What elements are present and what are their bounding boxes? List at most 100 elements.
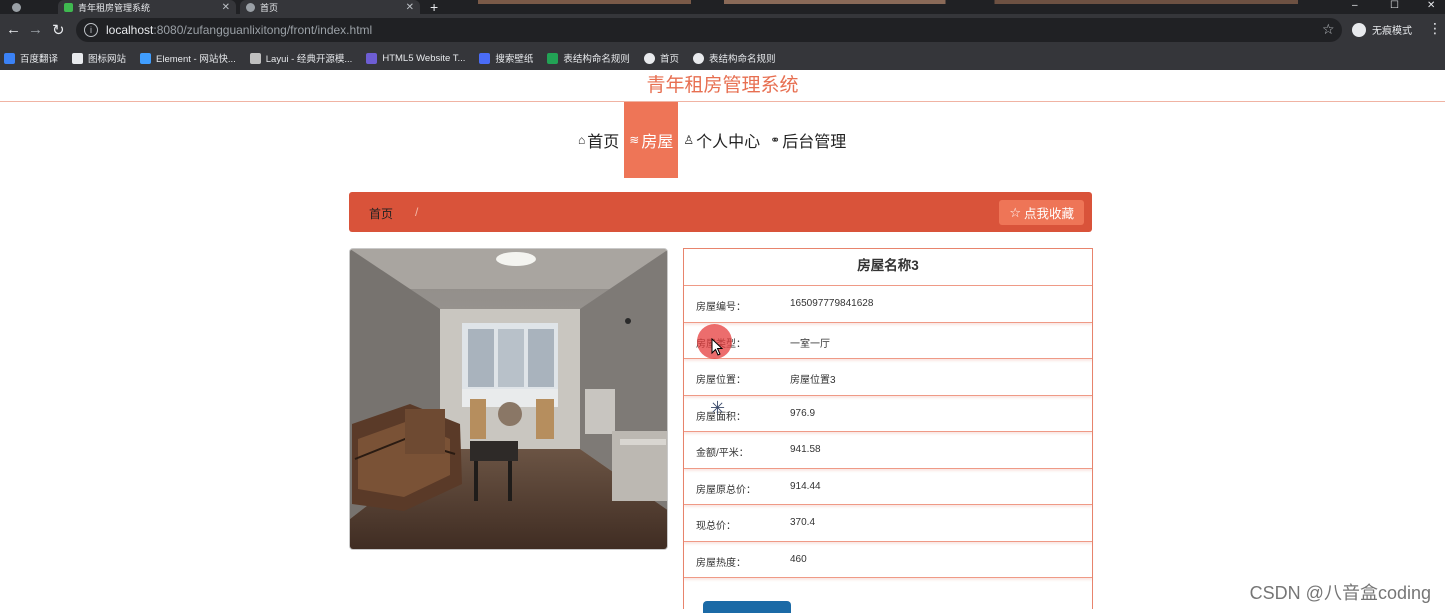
site-info-icon[interactable]: i xyxy=(84,23,98,37)
url-path: :8080/zufangguanlixitong/front/index.htm… xyxy=(153,23,373,37)
breadcrumb: 首页 / ☆ 点我收藏 xyxy=(349,192,1092,232)
more-menu-icon[interactable]: ⋮ xyxy=(1428,20,1442,37)
new-tab-icon[interactable]: + xyxy=(430,0,438,14)
bookmark-item[interactable]: 搜索壁纸 xyxy=(479,51,533,65)
favorite-label: 点我收藏 xyxy=(1023,207,1074,221)
tab-title: 青年租房管理系统 xyxy=(78,2,151,13)
bookmark-item[interactable]: 图标网站 xyxy=(72,51,126,65)
bookmark-item[interactable]: 表结构命名规则 xyxy=(547,51,630,65)
globe-icon xyxy=(643,52,655,64)
field-value: 941.58 xyxy=(790,444,821,455)
house-photo xyxy=(349,248,668,550)
field-label: 房屋热度： xyxy=(696,557,746,569)
field-value: 房屋位置3 xyxy=(790,375,836,386)
house-detail-panel: 房屋名称3 房屋编号： 165097779841628 房屋类型：一室一厅 房屋位… xyxy=(683,248,1093,613)
field-label: 房屋编号： xyxy=(696,302,746,313)
incognito-label: 无痕模式 xyxy=(1372,26,1412,37)
layui-icon xyxy=(249,52,261,64)
nav-label: 个人中心 xyxy=(696,134,761,151)
maximize-icon[interactable]: ☐ xyxy=(1390,0,1399,11)
bookmark-label: 搜索壁纸 xyxy=(495,54,534,65)
bookmark-item[interactable]: HTML5 Website T... xyxy=(366,52,466,64)
bookmark-label: Element - 网站快... xyxy=(156,54,236,65)
detail-row: 房屋编号： 165097779841628 xyxy=(684,286,1092,323)
house-name: 房屋名称3 xyxy=(684,249,1092,286)
link-icon: ⚭ xyxy=(770,133,781,147)
back-icon[interactable]: ← xyxy=(6,21,21,38)
incognito-indicator[interactable]: 无痕模式 xyxy=(1352,22,1412,37)
flag-icon xyxy=(72,52,84,64)
room-illustration xyxy=(350,249,667,549)
bookmark-label: 表结构命名规则 xyxy=(563,54,630,65)
bookmark-label: 首页 xyxy=(659,54,679,65)
action-button[interactable] xyxy=(703,601,791,613)
reload-icon[interactable]: ↻ xyxy=(52,21,65,39)
bookmark-star-icon[interactable]: ☆ xyxy=(1322,21,1335,38)
user-icon: ♙ xyxy=(683,133,695,147)
bookmark-item[interactable]: 百度翻译 xyxy=(4,51,58,65)
element-icon xyxy=(140,52,152,64)
forward-icon[interactable]: → xyxy=(28,21,43,38)
main-nav: ⌂ 首页 ≋ 房屋 ♙ 个人中心 ⚭ 后台管理 xyxy=(573,102,851,178)
close-window-icon[interactable]: ✕ xyxy=(1427,0,1435,11)
browser-tab-strip: 青年租房管理系统 ✕ 首页 ✕ + – ☐ ✕ xyxy=(0,0,1445,14)
bookmark-item[interactable]: 首页 xyxy=(643,51,679,65)
bookmark-label: 百度翻译 xyxy=(20,54,59,65)
field-value: 914.44 xyxy=(790,480,821,492)
field-value: 460 xyxy=(790,553,807,565)
site-title: 青年租房管理系统 xyxy=(646,75,799,96)
sheet-icon xyxy=(547,52,559,64)
browser-tab-3[interactable]: 首页 ✕ xyxy=(240,0,420,14)
detail-row: 房屋位置： 房屋位置3 xyxy=(684,359,1092,396)
detail-row: 现总价： 370.4 xyxy=(684,505,1092,542)
favorite-button[interactable]: ☆ 点我收藏 xyxy=(999,200,1084,225)
close-tab-icon[interactable]: ✕ xyxy=(222,2,230,13)
bookmark-label: Layui - 经典开源模... xyxy=(265,54,353,65)
browser-tab-1[interactable] xyxy=(6,0,56,14)
detail-row: 房屋类型：一室一厅 xyxy=(684,323,1092,359)
url-host: localhost xyxy=(106,23,154,37)
field-value: 165097779841628 xyxy=(790,298,874,309)
nav-item-profile[interactable]: ♙ 个人中心 xyxy=(678,102,765,178)
detail-row: 房屋原总价： 914.44 xyxy=(684,469,1092,505)
field-label: 房屋原总价： xyxy=(696,484,756,496)
field-value: 一室一厅 xyxy=(790,338,830,350)
nav-label: 房屋 xyxy=(641,134,674,151)
detail-row: 房屋面积： 976.9 xyxy=(684,396,1092,432)
detail-row: 房屋热度： 460 xyxy=(684,542,1092,578)
nav-item-home[interactable]: ⌂ 首页 xyxy=(573,102,624,178)
breadcrumb-separator: / xyxy=(415,205,419,219)
field-value: 370.4 xyxy=(790,517,816,528)
layers-icon: ≋ xyxy=(629,133,640,147)
field-label: 金额/平米： xyxy=(696,448,749,459)
nav-item-houses[interactable]: ≋ 房屋 xyxy=(624,102,679,178)
address-bar-row: ← → ↻ i localhost:8080/zufangguanlixiton… xyxy=(0,14,1445,46)
watermark: CSDN @八音盒coding xyxy=(1249,583,1431,603)
bookmark-item[interactable]: Element - 网站快... xyxy=(140,51,236,65)
video-thumbnails-strip xyxy=(478,0,1298,4)
star-icon: ☆ xyxy=(1009,204,1021,220)
field-value: 976.9 xyxy=(790,407,816,419)
nav-item-admin[interactable]: ⚭ 后台管理 xyxy=(765,102,851,178)
nav-label: 首页 xyxy=(587,134,620,151)
close-tab-icon[interactable]: ✕ xyxy=(406,2,414,13)
bookmark-label: 图标网站 xyxy=(88,54,127,65)
mouse-cursor-icon xyxy=(711,338,723,356)
bookmark-item[interactable]: 表结构命名规则 xyxy=(692,51,775,65)
incognito-icon xyxy=(1352,22,1366,37)
bookmark-item[interactable]: Layui - 经典开源模... xyxy=(249,51,353,65)
browser-tab-2[interactable]: 青年租房管理系统 ✕ xyxy=(58,0,236,14)
html5-icon xyxy=(366,52,378,64)
chrome-icon xyxy=(12,2,21,12)
loading-spinner-icon: ✳ xyxy=(710,398,726,418)
bookmark-label: HTML5 Website T... xyxy=(382,52,466,64)
url-input[interactable]: i localhost:8080/zufangguanlixitong/fron… xyxy=(76,18,1342,42)
field-label: 现总价： xyxy=(696,521,736,532)
bookmarks-bar: 百度翻译 图标网站 Element - 网站快... Layui - 经典开源模… xyxy=(0,46,1445,70)
globe-icon xyxy=(246,2,255,12)
tab-title: 首页 xyxy=(260,2,279,13)
minimize-icon[interactable]: – xyxy=(1352,0,1358,11)
detail-row: 金额/平米： 941.58 xyxy=(684,432,1092,469)
breadcrumb-home-link[interactable]: 首页 xyxy=(369,205,393,222)
field-label: 房屋位置： xyxy=(696,375,746,386)
